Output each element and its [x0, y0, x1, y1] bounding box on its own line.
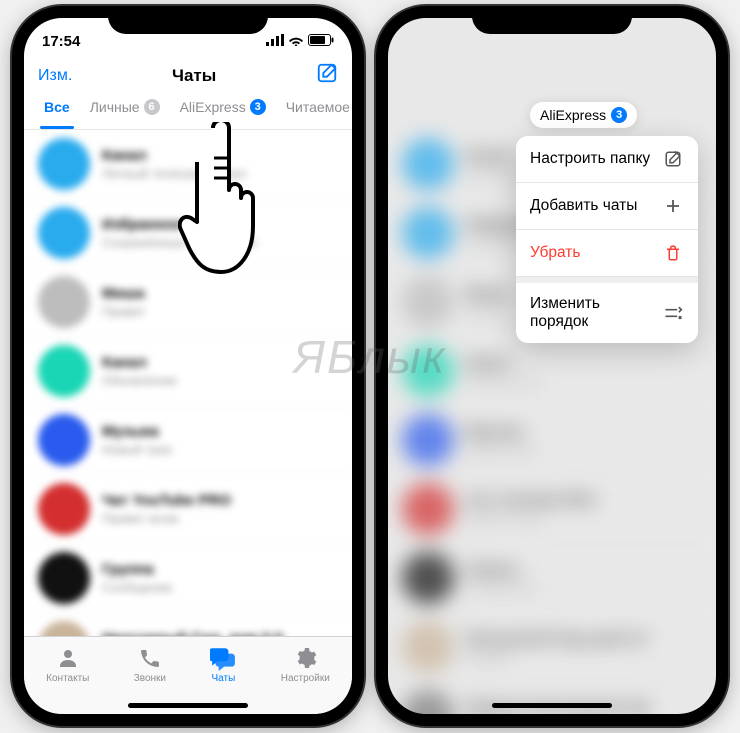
status-time: 17:54	[42, 33, 80, 50]
edit-button[interactable]: Изм.	[38, 67, 72, 85]
tabbar-contacts[interactable]: Контакты	[46, 645, 89, 684]
signal-icon	[266, 33, 284, 50]
chat-list[interactable]: КаналЛичный телеграм каналИзбранноеСохра…	[24, 130, 352, 714]
folder-chip-label: AliExpress	[540, 107, 606, 123]
tabbar-label: Контакты	[46, 673, 89, 684]
tab-badge: 6	[144, 99, 160, 115]
tab-label: Читаемое	[286, 99, 350, 115]
home-indicator	[128, 703, 248, 708]
tab-label: Личные	[90, 99, 140, 115]
folder-chip[interactable]: AliExpress 3	[530, 102, 637, 128]
menu-label: Убрать	[530, 244, 580, 262]
menu-add-chats[interactable]: Добавить чаты	[516, 183, 698, 230]
menu-edit-folder[interactable]: Настроить папку	[516, 136, 698, 183]
screen-right: КаналЛичный телеграм каналИзбранноеСохра…	[388, 18, 716, 714]
chat-row[interactable]: ГруппаСообщение	[388, 544, 716, 613]
notch	[108, 6, 268, 34]
chat-row[interactable]: МузыкаНовый трек	[24, 406, 352, 475]
tabbar-label: Настройки	[281, 673, 330, 684]
plus-icon	[662, 195, 684, 217]
navbar: Изм. Чаты	[24, 58, 352, 95]
chat-row[interactable]: КаналЛичный телеграм канал	[24, 130, 352, 199]
tab-label: AliExpress	[180, 99, 246, 115]
tab-personal[interactable]: Личные 6	[80, 95, 170, 121]
tab-badge: 3	[250, 99, 266, 115]
menu-remove[interactable]: Убрать	[516, 230, 698, 277]
tab-label: Все	[44, 99, 70, 115]
chat-row[interactable]: Неосунный Сад, дом 0.0Андрей	[388, 613, 716, 682]
chat-row[interactable]: ГруппаСообщение	[24, 544, 352, 613]
chat-row[interactable]: Квартал Неосунный СадЧаты	[388, 682, 716, 714]
tabbar-label: Чаты	[212, 673, 236, 684]
contacts-icon	[55, 645, 81, 671]
chat-row[interactable]: МишаПривет	[24, 268, 352, 337]
tab-aliexpress[interactable]: AliExpress 3	[170, 95, 276, 121]
home-indicator	[492, 703, 612, 708]
status-icons	[266, 33, 334, 50]
notch	[472, 6, 632, 34]
chat-row[interactable]: КаналОбновление	[388, 337, 716, 406]
trash-icon	[662, 242, 684, 264]
chat-row[interactable]: МузыкаНовый трек	[388, 406, 716, 475]
chats-icon	[210, 645, 236, 671]
tabbar-chats[interactable]: Чаты	[210, 645, 236, 684]
compose-button[interactable]	[316, 62, 338, 89]
phone-frame-right: КаналЛичный телеграм каналИзбранноеСохра…	[376, 6, 728, 726]
chat-row[interactable]: Чат YouTube PROПривет всем	[388, 475, 716, 544]
edit-icon	[662, 148, 684, 170]
folder-chip-badge: 3	[611, 107, 627, 123]
tab-all[interactable]: Все	[34, 95, 80, 121]
tabbar-label: Звонки	[134, 673, 166, 684]
context-menu: Настроить папку Добавить чаты Убрать Изм	[516, 136, 698, 343]
chat-row[interactable]: КаналОбновление	[24, 337, 352, 406]
chat-row[interactable]: Чат YouTube PROПривет всем	[24, 475, 352, 544]
page-title: Чаты	[172, 66, 216, 86]
settings-icon	[292, 645, 318, 671]
battery-icon	[308, 33, 334, 50]
tabbar-settings[interactable]: Настройки	[281, 645, 330, 684]
menu-label: Настроить папку	[530, 150, 650, 168]
tab-readable[interactable]: Читаемое 3	[276, 95, 352, 121]
menu-label: Добавить чаты	[530, 197, 637, 215]
tabbar-calls[interactable]: Звонки	[134, 645, 166, 684]
chat-row[interactable]: ИзбранноеСохранённые сообщения	[24, 199, 352, 268]
calls-icon	[137, 645, 163, 671]
screen-left: 17:54 Изм. Чаты Все	[24, 18, 352, 714]
menu-reorder[interactable]: Изменить порядок	[516, 283, 698, 343]
folder-tabs: Все Личные 6 AliExpress 3 Читаемое 3	[24, 95, 352, 130]
reorder-icon	[662, 302, 684, 324]
wifi-icon	[288, 33, 304, 50]
phone-frame-left: 17:54 Изм. Чаты Все	[12, 6, 364, 726]
menu-label: Изменить порядок	[530, 295, 662, 331]
